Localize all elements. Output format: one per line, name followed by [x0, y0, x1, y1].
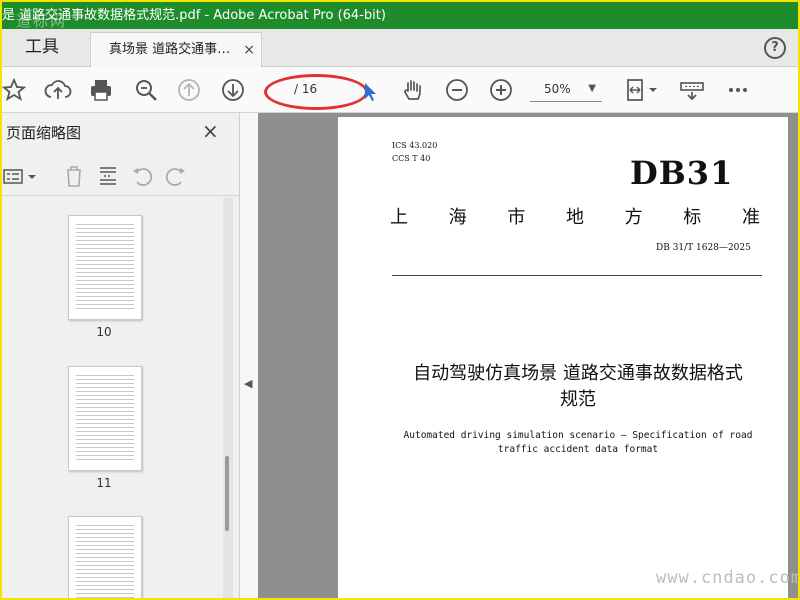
cloud-upload-icon[interactable]: [44, 77, 72, 103]
tab-document-label: 真场景 道路交通事…: [109, 42, 231, 57]
header-divider: [392, 275, 762, 276]
zoom-level-dropdown[interactable]: 50% ▼: [530, 77, 602, 102]
close-icon[interactable]: ×: [202, 119, 219, 143]
next-page-icon[interactable]: [220, 77, 246, 103]
issuer-char: 市: [507, 207, 526, 228]
main-toolbar: 1 / 16 50% ▼: [2, 67, 798, 113]
document-title-zh: 自动驾驶仿真场景 道路交通事故数据格式 规范: [378, 361, 778, 413]
ics-code-block: ICS 43.020 CCS T 40: [392, 139, 437, 165]
options-menu-icon[interactable]: [2, 163, 42, 189]
thumbnail-label: 10: [96, 325, 112, 339]
help-icon[interactable]: ?: [764, 37, 786, 59]
print-icon[interactable]: [88, 77, 114, 103]
title-zh-line: 自动驾驶仿真场景 道路交通事故数据格式: [413, 363, 743, 384]
title-en-line: Automated driving simulation scenario — …: [403, 430, 753, 441]
annotation-highlight-circle: [264, 74, 368, 110]
thumbnail-label: 11: [96, 476, 112, 490]
tab-close-icon[interactable]: ×: [243, 33, 255, 67]
db-mark: DB31: [630, 154, 734, 192]
issuer-char: 准: [741, 207, 760, 228]
zoom-level-value: 50%: [544, 82, 571, 96]
extract-page-icon[interactable]: [96, 163, 120, 189]
thumbnail-panel-title: 页面缩略图: [6, 124, 82, 142]
thumbnail-list: 10 11: [2, 198, 223, 598]
document-viewport: ICS 43.020 CCS T 40 DB31 上 海 市 地 方 标 准 D…: [258, 113, 798, 598]
delete-page-icon[interactable]: [62, 163, 86, 189]
page-thumbnail[interactable]: [68, 366, 142, 471]
tab-document[interactable]: 真场景 道路交通事… ×: [90, 32, 262, 67]
chevron-left-icon[interactable]: ◀: [244, 377, 252, 390]
zoom-search-icon[interactable]: [132, 77, 160, 103]
ics-code: ICS 43.020: [392, 141, 438, 150]
title-zh-line: 规范: [560, 389, 596, 410]
page-thumbnail[interactable]: [68, 516, 142, 598]
pdf-page: ICS 43.020 CCS T 40 DB31 上 海 市 地 方 标 准 D…: [338, 117, 788, 598]
standard-number: DB 31/T 1628—2025: [656, 243, 751, 253]
chevron-down-icon: ▼: [588, 83, 596, 94]
issuer-char: 海: [448, 207, 467, 228]
scrollbar-thumb[interactable]: [225, 456, 229, 531]
tab-bar: 工具 真场景 道路交通事… × ?: [2, 29, 798, 67]
issuer-char: 标: [683, 207, 702, 228]
ccs-code: CCS T 40: [392, 154, 431, 163]
title-en-line: traffic accident data format: [497, 444, 659, 455]
zoom-out-icon[interactable]: [444, 77, 470, 103]
rotate-right-icon[interactable]: [164, 163, 188, 189]
cursor-icon: [362, 77, 378, 103]
fit-page-icon[interactable]: [622, 77, 660, 103]
thumbnail-scrollbar[interactable]: [223, 198, 233, 598]
panel-collapse-handle[interactable]: ◀: [240, 113, 258, 598]
watermark-top: 道标网: [16, 12, 68, 29]
more-icon[interactable]: [724, 77, 752, 103]
tab-tools[interactable]: 工具: [2, 29, 82, 66]
hand-icon[interactable]: [400, 77, 426, 103]
star-icon[interactable]: [2, 77, 28, 103]
rotate-left-icon[interactable]: [130, 163, 154, 189]
app-window: 是 道路交通事故数据格式规范.pdf - Adobe Acrobat Pro (…: [0, 0, 800, 600]
prev-page-icon[interactable]: [176, 77, 202, 103]
zoom-in-icon[interactable]: [488, 77, 514, 103]
keyboard-icon[interactable]: [678, 77, 706, 103]
watermark-bottom: www.cndao.com: [656, 568, 800, 588]
document-title-en: Automated driving simulation scenario — …: [398, 429, 758, 457]
issuer-line: 上 海 市 地 方 标 准: [390, 203, 760, 229]
issuer-char: 上: [390, 207, 408, 228]
title-bar: 是 道路交通事故数据格式规范.pdf - Adobe Acrobat Pro (…: [2, 2, 798, 29]
page-thumbnail[interactable]: [68, 215, 142, 320]
issuer-char: 方: [624, 207, 643, 228]
thumbnail-panel: 页面缩略图 × 10 11: [2, 113, 240, 598]
thumbnail-toolbar: [2, 155, 239, 196]
issuer-char: 地: [565, 207, 584, 228]
